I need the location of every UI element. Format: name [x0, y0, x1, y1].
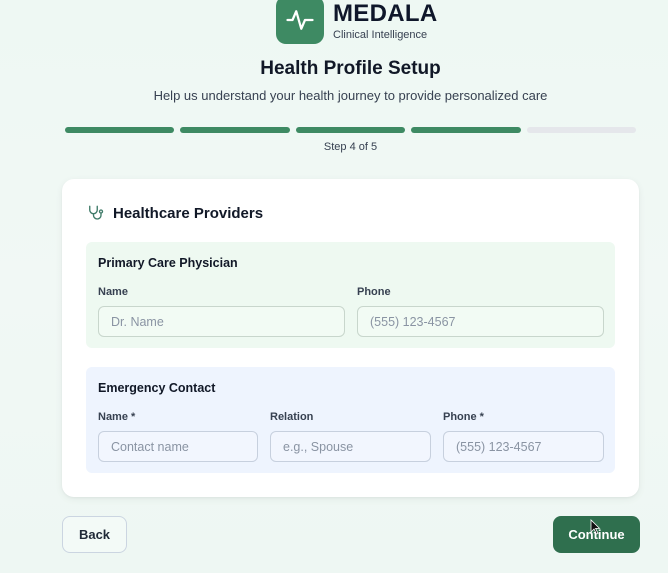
providers-card: Healthcare Providers Primary Care Physic… — [62, 179, 639, 497]
card-title: Healthcare Providers — [113, 204, 264, 222]
mouse-cursor-icon — [590, 519, 601, 535]
emergency-contact-title: Emergency Contact — [98, 381, 216, 395]
contact-name-label: Name * — [98, 411, 136, 423]
brand-name: MEDALA — [333, 0, 438, 27]
contact-phone-input[interactable]: (555) 123-4567 — [443, 431, 604, 462]
relation-input[interactable]: e.g., Spouse — [270, 431, 431, 462]
emergency-contact-section: Emergency Contact Name * Contact name Re… — [86, 367, 615, 473]
physician-phone-input[interactable]: (555) 123-4567 — [357, 306, 604, 337]
primary-care-title: Primary Care Physician — [98, 256, 238, 270]
brand-tagline: Clinical Intelligence — [333, 28, 428, 41]
relation-label: Relation — [270, 411, 314, 423]
contact-phone-label: Phone * — [443, 411, 484, 423]
progress-segment-4 — [411, 127, 521, 133]
contact-name-input[interactable]: Contact name — [98, 431, 258, 462]
progress-segment-5 — [526, 127, 637, 133]
brand-header: MEDALA Clinical Intelligence — [276, 0, 437, 44]
activity-pulse-icon — [276, 0, 324, 44]
stethoscope-icon — [89, 205, 104, 220]
progress-segment-3 — [295, 127, 406, 133]
physician-name-input[interactable]: Dr. Name — [98, 306, 345, 337]
physician-name-label: Name — [98, 286, 128, 298]
primary-care-section: Primary Care Physician Name Dr. Name Pho… — [86, 242, 615, 348]
back-button[interactable]: Back — [62, 516, 127, 553]
step-indicator: Step 4 of 5 — [323, 141, 378, 153]
progress-bar — [65, 127, 637, 133]
page-subtitle: Help us understand your health journey t… — [153, 88, 548, 103]
progress-segment-2 — [180, 127, 290, 133]
physician-phone-label: Phone — [357, 286, 391, 298]
page-title: Health Profile Setup — [260, 58, 441, 79]
progress-segment-1 — [65, 127, 175, 133]
